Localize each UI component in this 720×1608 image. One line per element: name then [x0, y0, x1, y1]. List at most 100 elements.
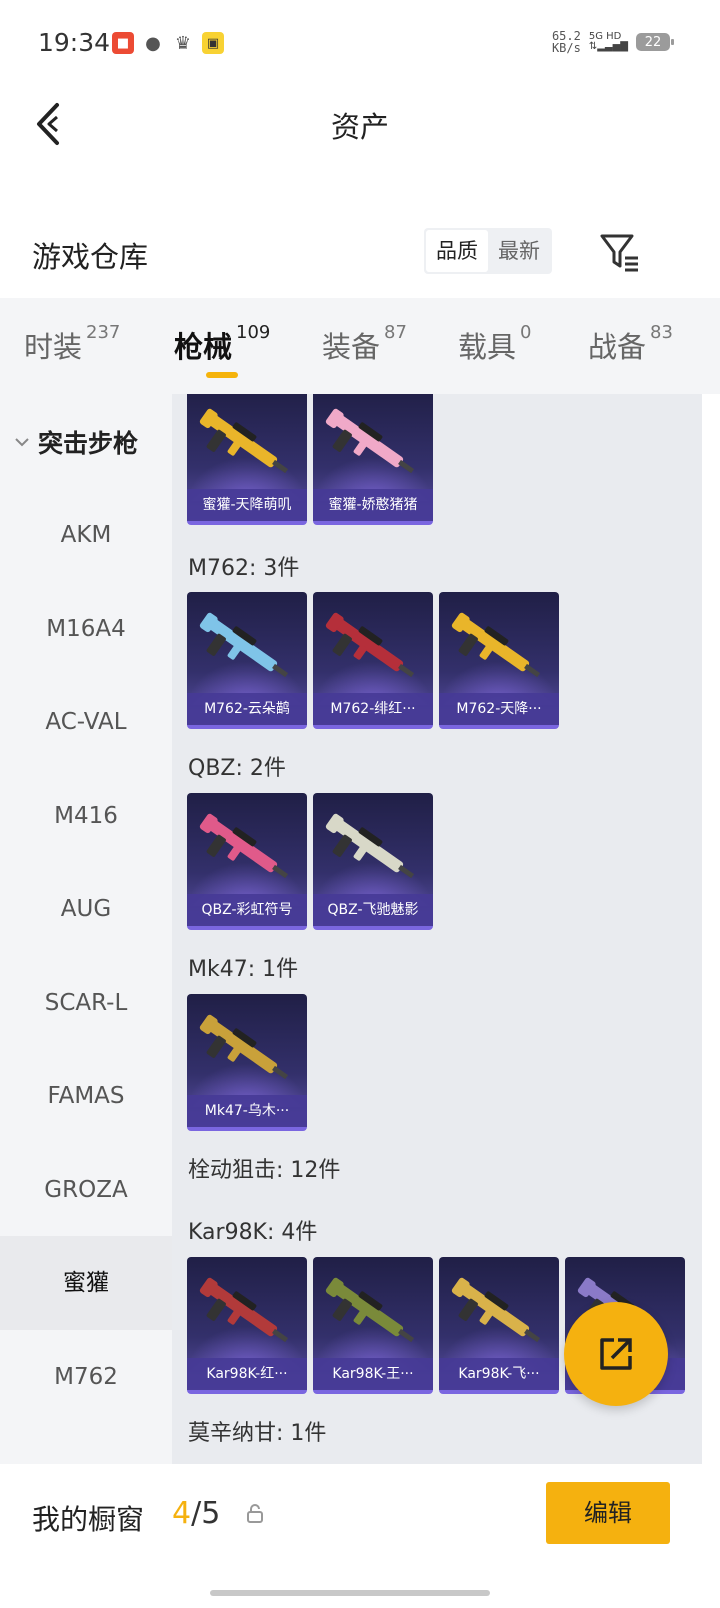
weapon-skin-card[interactable]: QBZ-飞驰魅影 [313, 793, 433, 930]
weapon-skin-icon [325, 813, 415, 879]
tab-count: 237 [86, 322, 121, 343]
sidebar-group-assault-rifles[interactable]: 突击步枪 [12, 424, 138, 460]
weapon-skin-card[interactable]: M762-天降··· [439, 592, 559, 729]
weapon-group-label: QBZ: 2件 [188, 756, 286, 781]
weapon-skin-card[interactable]: Kar98K-王··· [313, 1257, 433, 1394]
weapon-skin-icon [325, 612, 415, 678]
wechat-icon: ● [145, 32, 161, 54]
weapon-skin-card[interactable]: Kar98K-飞··· [439, 1257, 559, 1394]
tab-label: 时装 [24, 330, 83, 364]
tab-label: 载具 [458, 330, 517, 364]
active-tab-indicator [206, 372, 238, 378]
weapon-skin-name: Kar98K-飞··· [439, 1358, 559, 1390]
weapon-skin-card[interactable]: Kar98K-红··· [187, 1257, 307, 1394]
weapon-group-label: Mk47: 1件 [188, 957, 299, 982]
weapon-skin-icon [199, 1014, 289, 1080]
weapon-skin-name: 蜜獾-娇憨猪猪 [313, 489, 433, 521]
weapon-skin-card[interactable]: QBZ-彩虹符号 [187, 793, 307, 930]
weapon-skin-card[interactable]: M762-云朵鹋 [187, 592, 307, 729]
weapon-skin-icon [325, 1277, 415, 1343]
app-screen: 19:34 ■ ● ♛ ▣ 65.2 KB/s 5G HD ⇅▂▃▅▇ 22 资… [0, 0, 720, 1608]
edit-button[interactable]: 编辑 [546, 1482, 670, 1544]
weapon-skin-icon [325, 408, 415, 474]
lock-icon [247, 1504, 263, 1523]
weapon-skin-name: M762-天降··· [439, 693, 559, 725]
sidebar-item[interactable]: AUG [0, 862, 172, 956]
nav-bar: 资产 [0, 86, 720, 162]
showcase-count-total: /5 [191, 1496, 221, 1531]
showcase-count: 4/5 [172, 1496, 220, 1531]
weapon-skin-name: M762-云朵鹋 [187, 693, 307, 725]
weapon-skin-card[interactable]: 蜜獾-天降萌叽 [187, 394, 307, 525]
status-bar: 19:34 ■ ● ♛ ▣ 65.2 KB/s 5G HD ⇅▂▃▅▇ 22 [0, 0, 720, 86]
sidebar-item[interactable]: 蜜獾 [0, 1236, 172, 1330]
tab-count: 0 [520, 322, 532, 343]
chevron-down-icon [15, 438, 29, 447]
tab-vehicles[interactable]: 载具 0 [458, 322, 532, 366]
status-time: 19:34 [38, 28, 111, 57]
sidebar-item[interactable]: AKM [0, 488, 172, 582]
sidebar-group-label: 突击步枪 [38, 429, 139, 458]
battery-icon: 22 [636, 33, 674, 51]
tab-guns[interactable]: 枪械 109 [174, 322, 271, 366]
sidebar-item[interactable]: M762 [0, 1330, 172, 1424]
tab-count: 87 [384, 322, 407, 343]
status-right: 65.2 KB/s 5G HD ⇅▂▃▅▇ 22 [552, 30, 674, 54]
tab-label: 装备 [322, 330, 381, 364]
share-icon [600, 1338, 632, 1370]
weapon-skin-name: Mk47-乌木··· [187, 1095, 307, 1127]
weapon-skin-icon [199, 813, 289, 879]
weapon-group-label: M762: 3件 [188, 556, 300, 581]
weapon-skin-icon [451, 612, 541, 678]
weapon-skin-name: Kar98K-王··· [313, 1358, 433, 1390]
weapon-group-label: 莫辛纳甘: 1件 [188, 1421, 327, 1446]
showcase-count-current: 4 [172, 1496, 192, 1531]
app-badge-icon: ▣ [202, 32, 224, 54]
weapon-skin-icon [199, 612, 289, 678]
weapon-group-label: 栓动狙击: 12件 [188, 1158, 341, 1183]
category-tabs: 时装 237 枪械 109 装备 87 载具 0 战备 83 [0, 298, 720, 394]
sort-toggle: 品质 最新 [424, 228, 552, 274]
warehouse-header: 游戏仓库 品质 最新 [0, 220, 720, 290]
signal-indicator: 5G HD ⇅▂▃▅▇ [589, 32, 628, 52]
weapon-type-sidebar: 突击步枪 AKM M16A4 AC-VAL M416 AUG SCAR-L FAMAS GRO… [0, 394, 172, 1464]
weapon-skin-icon [451, 1277, 541, 1343]
sort-latest-button[interactable]: 最新 [488, 230, 550, 272]
sidebar-item[interactable]: FAMAS [0, 1049, 172, 1143]
app-notification-icon: ■ [112, 32, 134, 54]
filter-icon [600, 234, 638, 272]
tab-label: 枪械 [174, 330, 233, 364]
tab-count: 109 [236, 322, 271, 343]
page-title: 资产 [330, 110, 389, 144]
sidebar-item[interactable]: M416 [0, 769, 172, 863]
tab-supplies[interactable]: 战备 83 [588, 322, 673, 366]
tab-costume[interactable]: 时装 237 [24, 322, 121, 366]
sidebar-item[interactable]: GROZA [0, 1143, 172, 1237]
tab-count: 83 [650, 322, 673, 343]
showcase-bar: 我的橱窗 4/5 编辑 [0, 1464, 720, 1608]
sort-quality-button[interactable]: 品质 [426, 230, 488, 272]
weapon-skin-card[interactable]: 蜜獾-娇憨猪猪 [313, 394, 433, 525]
network-speed: 65.2 KB/s [552, 30, 581, 54]
weapon-skin-name: M762-绯红··· [313, 693, 433, 725]
weapon-skin-name: QBZ-飞驰魅影 [313, 894, 433, 926]
sidebar-item[interactable]: M16A4 [0, 582, 172, 676]
showcase-title: 我的橱窗 [32, 1503, 145, 1536]
sidebar-item[interactable]: SCAR-L [0, 956, 172, 1050]
weapon-skin-name: Kar98K-红··· [187, 1358, 307, 1390]
crown-icon: ♛ [174, 32, 192, 54]
share-fab-button[interactable] [564, 1302, 668, 1406]
network-speed-unit: KB/s [551, 41, 581, 55]
home-indicator[interactable] [210, 1590, 490, 1596]
warehouse-title: 游戏仓库 [32, 240, 149, 274]
weapon-skin-card[interactable]: M762-绯红··· [313, 592, 433, 729]
sidebar-item[interactable]: AC-VAL [0, 675, 172, 769]
tab-equipment[interactable]: 装备 87 [322, 322, 407, 366]
notification-icons: ■ ● ♛ ▣ [112, 32, 224, 54]
weapon-skin-icon [199, 408, 289, 474]
weapon-skin-card[interactable]: Mk47-乌木··· [187, 994, 307, 1131]
filter-button[interactable] [598, 230, 642, 274]
weapon-skin-name: 蜜獾-天降萌叽 [187, 489, 307, 521]
weapon-group-label: Kar98K: 4件 [188, 1220, 318, 1245]
tab-label: 战备 [588, 330, 647, 364]
